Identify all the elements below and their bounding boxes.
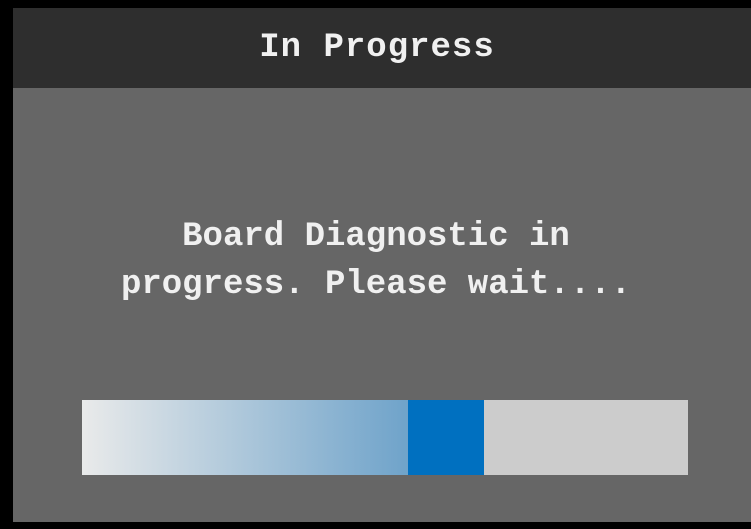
status-message-line-1: Board Diagnostic in (182, 218, 570, 256)
status-message-line-2: progress. Please wait.... (120, 266, 632, 304)
progress-trail (82, 400, 409, 475)
status-message: Board Diagnostic in progress. Please wai… (13, 213, 745, 309)
progress-bar (82, 400, 688, 475)
progress-dialog: In Progress Board Diagnostic in progress… (13, 8, 751, 522)
progress-indicator (408, 400, 484, 475)
dialog-title: In Progress (259, 29, 495, 67)
title-bar: In Progress (13, 8, 751, 88)
